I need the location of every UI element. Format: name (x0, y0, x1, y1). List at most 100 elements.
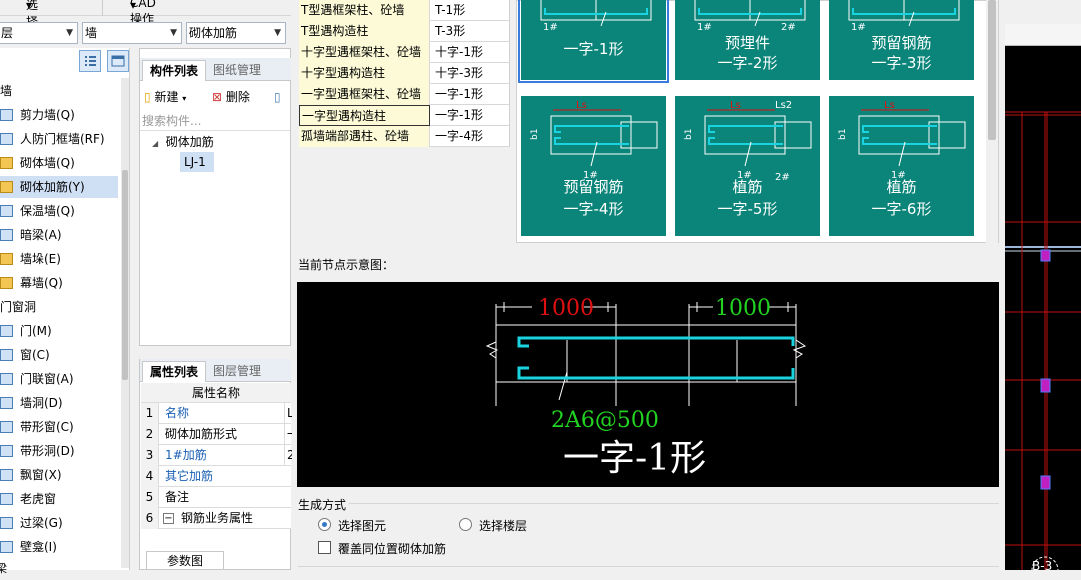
radio-select-floor[interactable] (459, 518, 472, 531)
node-tile-1[interactable]: 1# 2# 预埋件 一字-2形 (675, 0, 820, 80)
form-table-row[interactable]: 十字型遇框架柱、砼墙 十字-1形 (299, 42, 509, 63)
form-table-row[interactable]: T型遇构造柱 T-3形 (299, 21, 509, 42)
nav-item-wall-6[interactable]: 墙垛(E) (0, 248, 118, 270)
thumbnail-scrollbar[interactable] (986, 0, 998, 243)
category-combo[interactable]: 墙 ▼ (82, 22, 182, 44)
form-table-row[interactable]: T型遇框架柱、砼墙 T-1形 (299, 0, 509, 21)
form-table-row[interactable]: 孤墙端部遇柱、砼墙 一字-4形 (299, 126, 509, 147)
left-navigation: 墙 门窗洞 梁 剪力墙(Q) 人防门框墙(RF) 砌体墙(Q) 砌体加筋(Y) 保温墙(… (0, 48, 130, 575)
nav-item-door-9[interactable]: 壁龛(I) (0, 536, 118, 558)
collapse-icon[interactable]: − (163, 513, 174, 524)
property-row[interactable]: 4 其它加筋 (141, 466, 291, 487)
layer-combo[interactable]: 层 ▼ (0, 22, 78, 44)
door-item-icon (0, 493, 13, 505)
tab-property-list[interactable]: 属性列表 (142, 361, 207, 382)
property-value[interactable]: 一 (284, 424, 292, 445)
nav-item-wall-1[interactable]: 人防门框墙(RF) (0, 128, 118, 150)
nav-header-door[interactable]: 门窗洞 (0, 296, 36, 318)
tree-item-lj-1[interactable]: LJ-1 (180, 152, 214, 172)
nav-item-wall-5[interactable]: 暗梁(A) (0, 224, 118, 246)
property-value[interactable]: 2 (284, 445, 292, 466)
nav-item-label: 窗(C) (20, 348, 50, 362)
node-preview-canvas: 1000 1000 2A6@500 一字-1形 (297, 282, 999, 487)
nav-item-label: 人防门框墙(RF) (20, 132, 105, 146)
top-toolbar: 选择 ▾ CAD操作 ▾ (0, 0, 291, 29)
form-name: 一字型遇构造柱 (299, 105, 430, 126)
wall-item-icon (0, 205, 13, 217)
property-row[interactable]: 6− 钢筋业务属性 (141, 508, 291, 529)
radio-select-element[interactable] (318, 518, 331, 531)
node-tile-5[interactable]: Ls 1# b1 植筋 一字-6形 (829, 96, 974, 236)
dim-left: 1000 (538, 296, 594, 321)
property-name: 砌体加筋形式 (165, 427, 238, 441)
form-code: T-3形 (435, 24, 466, 38)
wall-item-icon (0, 181, 13, 193)
nav-item-wall-3[interactable]: 砌体加筋(Y) (0, 176, 118, 198)
nav-item-door-4[interactable]: 带形窗(C) (0, 416, 118, 438)
row-number: 6 (141, 508, 159, 529)
copy-icon[interactable]: ▯ (274, 88, 281, 106)
generate-label: 生成方式 (298, 498, 347, 512)
nav-scrollbar[interactable] (121, 78, 129, 568)
nav-scroll-thumb[interactable] (122, 170, 128, 380)
node-tile-4[interactable]: Ls 1# b1 2# Ls2 植筋 一字-5形 (675, 96, 820, 236)
nav-item-wall-0[interactable]: 剪力墙(Q) (0, 104, 118, 126)
nav-item-door-0[interactable]: 门(M) (0, 320, 118, 342)
tab-component-list[interactable]: 构件列表 (142, 60, 207, 81)
tile-mark: b1 (684, 129, 694, 140)
nav-header-wall[interactable]: 墙 (0, 80, 12, 102)
property-row[interactable]: 5 备注 (141, 487, 291, 508)
form-table-row[interactable]: 一字型遇框架柱、砼墙 一字-1形 (299, 84, 509, 105)
tile-code: 一字-5形 (717, 200, 778, 218)
property-row[interactable]: 1 名称 LJ (141, 403, 292, 424)
new-icon: ▯ (144, 90, 151, 104)
nav-item-wall-7[interactable]: 幕墙(Q) (0, 272, 118, 294)
overwrite-checkbox[interactable] (318, 541, 331, 554)
nav-item-door-3[interactable]: 墙洞(D) (0, 392, 118, 414)
wall-item-icon (0, 109, 13, 121)
property-row[interactable]: 2 砌体加筋形式 一 (141, 424, 292, 445)
tab-drawing-management[interactable]: 图纸管理 (206, 60, 268, 81)
nav-item-door-6[interactable]: 飘窗(X) (0, 464, 118, 486)
delete-button[interactable]: ⊠ 删除 (212, 88, 250, 106)
nav-item-door-2[interactable]: 门联窗(A) (0, 368, 118, 390)
form-table-row[interactable]: 十字型遇构造柱 十字-3形 (299, 63, 509, 84)
new-button[interactable]: ▯ 新建 ▾ (144, 88, 186, 106)
property-name: 备注 (165, 490, 190, 504)
nav-item-label: 壁龛(I) (20, 540, 57, 554)
nav-item-door-5[interactable]: 带形洞(D) (0, 440, 118, 462)
form-code: 一字-4形 (435, 129, 483, 143)
component-combo[interactable]: 砌体加筋 ▼ (186, 22, 286, 44)
tile-mark: Ls (884, 100, 895, 111)
form-name: 十字型遇框架柱、砼墙 (299, 42, 430, 63)
nav-item-door-8[interactable]: 过梁(G) (0, 512, 118, 534)
thumbnail-scroll-thumb[interactable] (988, 0, 996, 140)
property-value[interactable]: LJ (284, 403, 292, 424)
nav-item-label: 过梁(G) (20, 516, 63, 530)
list-view-icon[interactable] (79, 50, 101, 72)
collapse-icon[interactable]: ◢ (152, 139, 158, 148)
tile-title: 植筋 (732, 178, 763, 196)
nav-item-wall-4[interactable]: 保温墙(Q) (0, 200, 118, 222)
tree-root[interactable]: ◢ 砌体加筋 (152, 133, 214, 150)
tab-param-diagram[interactable]: 参数图 (146, 551, 224, 570)
cad-menu[interactable]: CAD操作 ▾ (130, 0, 156, 26)
delete-icon: ⊠ (212, 90, 223, 104)
door-item-icon (0, 517, 13, 529)
door-item-icon (0, 445, 13, 457)
node-tile-3[interactable]: Ls 1# b1 预留钢筋 一字-4形 (521, 96, 666, 236)
form-table-row[interactable]: 一字型遇构造柱 一字-1形 (299, 105, 509, 126)
property-row[interactable]: 3 1#加筋 2 (141, 445, 292, 466)
select-menu[interactable]: 选择 ▾ (26, 0, 38, 29)
cad-viewport[interactable]: B-3 (1005, 0, 1081, 570)
search-input[interactable]: 搜索构件... (140, 111, 290, 131)
node-tile-2[interactable]: 1# 预留钢筋 一字-3形 (829, 0, 974, 80)
nav-item-label: 剪力墙(Q) (20, 108, 75, 122)
nav-item-door-1[interactable]: 窗(C) (0, 344, 118, 366)
nav-item-wall-2[interactable]: 砌体墙(Q) (0, 152, 118, 174)
chevron-down-icon: ▼ (170, 28, 177, 38)
node-tile-0[interactable]: 1# 一字-1形 (518, 0, 669, 83)
nav-item-door-7[interactable]: 老虎窗 (0, 488, 118, 510)
tab-layer-management[interactable]: 图层管理 (206, 361, 268, 382)
detail-view-icon[interactable] (107, 50, 129, 72)
